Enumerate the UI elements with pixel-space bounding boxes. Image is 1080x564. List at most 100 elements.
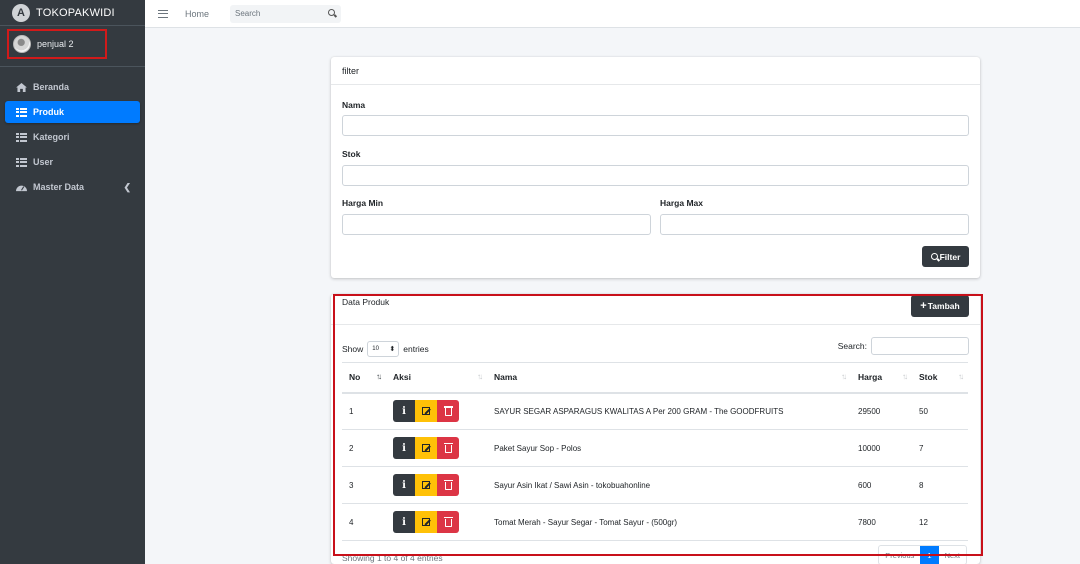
cell-stok: 50 [912,392,968,430]
cell-no: 4 [342,503,386,541]
filter-button[interactable]: Filter [922,246,969,267]
cell-stok: 12 [912,503,968,541]
table-info: Showing 1 to 4 of 4 entries [342,553,443,563]
sort-icon: ↑↓ [958,372,964,381]
info-icon: i [402,442,406,454]
delete-button[interactable] [437,474,459,496]
pagination-next[interactable]: Next [939,546,966,564]
menu-icon[interactable] [158,9,168,18]
info-icon: i [402,405,406,417]
info-button[interactable]: i [393,437,415,459]
cell-stok: 7 [912,429,968,467]
table-search-input[interactable] [871,337,969,355]
topbar: Home [145,0,1080,28]
table-row: 4 i Tomat Merah - Sayur Segar - Tomat Sa… [342,503,968,541]
entries-select[interactable]: 10 [367,341,400,357]
delete-button[interactable] [437,400,459,423]
edit-icon [422,481,430,489]
stok-input[interactable] [342,165,969,186]
home-link[interactable]: Home [185,9,209,19]
entries-length: Show 10 entries [342,341,429,357]
brand-name: TOKOPAKWIDI [36,6,115,19]
edit-button[interactable] [415,511,437,533]
harga-min-input[interactable] [342,214,651,235]
brand[interactable]: A TOKOPAKWIDI [0,0,145,26]
cell-nama: SAYUR SEGAR ASPARAGUS KWALITAS A Per 200… [487,392,851,430]
sidebar-item-label: Kategori [33,132,70,142]
trash-icon [443,480,453,490]
info-icon: i [402,479,406,491]
sidebar-item-label: Produk [33,107,65,117]
cell-harga: 7800 [851,503,912,541]
delete-button[interactable] [437,437,459,459]
nama-label: Nama [342,100,366,110]
search-icon[interactable] [328,8,336,16]
sort-asc-icon: ↑↓ [376,372,382,381]
brand-logo-icon: A [12,3,30,22]
pagination: Previous 1 Next [878,545,967,564]
info-button[interactable]: i [393,511,415,533]
column-header-harga[interactable]: Harga ↑↓ [851,362,912,394]
filter-button-label: Filter [939,251,961,262]
filter-card: filter Nama Stok Harga Min Harga Max Fil… [331,57,980,278]
sidebar-divider [0,66,145,67]
info-button[interactable]: i [393,474,415,496]
home-icon [16,82,27,92]
add-button-label: Tambah [927,301,960,311]
table-row: 1 i SAYUR SEGAR ASPARAGUS KWALITAS A Per… [342,392,968,430]
grid-icon [16,107,27,117]
edit-icon [422,407,430,416]
sidebar-item-produk[interactable]: Produk [5,101,140,123]
sidebar-item-label: User [33,157,54,167]
products-table: No ↑↓ Aksi ↑↓ Nama ↑↓ Harga ↑↓ Stok ↑↓ 1 i SA… [342,362,968,541]
cell-stok: 8 [912,466,968,504]
edit-icon [422,518,430,526]
harga-max-label: Harga Max [660,198,703,208]
cell-nama: Tomat Merah - Sayur Segar - Tomat Sayur … [487,503,851,541]
cell-harga: 29500 [851,392,912,430]
delete-button[interactable] [437,511,459,533]
user-panel[interactable]: penjual 2 [7,29,107,59]
sidebar-item-label: Beranda [33,82,70,92]
edit-button[interactable] [415,474,437,496]
table-search: Search: [838,337,969,355]
pagination-page[interactable]: 1 [920,546,939,564]
stok-label: Stok [342,149,361,159]
harga-max-input[interactable] [660,214,969,235]
sort-icon: ↑↓ [902,372,908,381]
cell-no: 3 [342,466,386,504]
dashboard-icon [16,185,27,191]
sidebar-item-kategori[interactable]: Kategori [5,126,140,148]
trash-icon [443,443,453,453]
add-product-button[interactable]: + Tambah [911,295,969,317]
search-label: Search: [837,341,867,351]
plus-icon: + [920,300,927,312]
column-header-aksi[interactable]: Aksi ↑↓ [386,362,487,394]
sidebar-item-beranda[interactable]: Beranda [5,76,140,98]
entries-label: entries [403,344,429,354]
divider [331,324,980,325]
column-header-nama[interactable]: Nama ↑↓ [487,362,851,394]
sidebar-nav: Beranda Produk Kategori User Master Data… [5,76,140,201]
cell-aksi: i [386,429,487,467]
edit-button[interactable] [415,400,437,423]
filter-title: filter [331,57,980,85]
nama-input[interactable] [342,115,969,136]
grid-icon [16,132,27,142]
edit-button[interactable] [415,437,437,459]
sidebar-item-user[interactable]: User [5,151,140,173]
search-input[interactable] [235,9,321,18]
sidebar-item-master-data[interactable]: Master Data ❮ [5,176,140,198]
info-button[interactable]: i [393,400,415,423]
harga-min-label: Harga Min [342,198,384,208]
cell-nama: Sayur Asin Ikat / Sawi Asin - tokobuahon… [487,466,851,504]
pagination-previous[interactable]: Previous [879,546,920,564]
search-icon [930,253,938,260]
column-header-stok[interactable]: Stok ↑↓ [912,362,968,394]
show-label: Show [342,344,364,354]
sidebar: A TOKOPAKWIDI penjual 2 Beranda Produk K… [0,0,145,564]
column-header-no[interactable]: No ↑↓ [342,362,386,394]
table-row: 3 i Sayur Asin Ikat / Sawi Asin - tokobu… [342,466,968,504]
sort-icon: ↑↓ [841,372,847,381]
sort-icon: ↑↓ [477,372,483,381]
